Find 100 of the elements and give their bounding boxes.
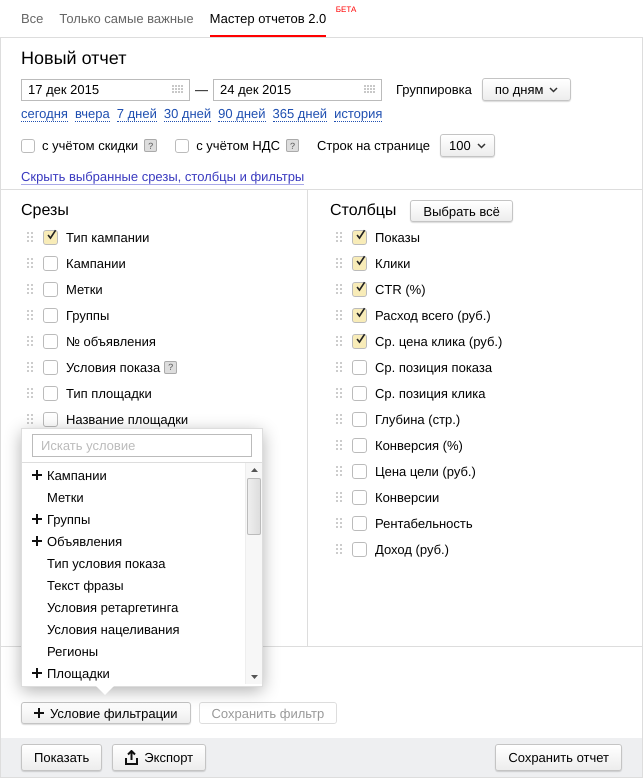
column-label: Глубина (стр.)	[375, 412, 460, 426]
drag-handle-icon[interactable]	[27, 388, 33, 398]
condition-item[interactable]: Метки	[22, 486, 245, 508]
drag-handle-icon[interactable]	[27, 258, 33, 268]
condition-item[interactable]: Регионы	[22, 640, 245, 662]
checkbox[interactable]	[21, 138, 35, 152]
scroll-up-icon[interactable]	[250, 468, 258, 472]
export-button[interactable]: Экспорт	[112, 744, 206, 771]
drag-handle-icon[interactable]	[27, 310, 33, 320]
slice-label: Кампании	[66, 256, 126, 270]
add-condition-button[interactable]: Условие фильтрации	[21, 702, 191, 724]
column-label: CTR (%)	[375, 282, 426, 296]
drag-handle-icon[interactable]	[336, 492, 342, 502]
column-label: Конверсия (%)	[375, 438, 463, 452]
drag-handle-icon[interactable]	[336, 258, 342, 268]
tab[interactable]: Только самые важные	[59, 11, 194, 37]
tab[interactable]: Все	[21, 11, 44, 37]
checkbox[interactable]	[352, 386, 367, 400]
condition-item[interactable]: Кампании	[22, 464, 245, 486]
slice-label: Группы	[66, 308, 110, 322]
drag-handle-icon[interactable]	[336, 284, 342, 294]
date-field[interactable]: 17 дек 2015	[21, 78, 190, 100]
checkbox[interactable]	[43, 386, 58, 400]
drag-handle-icon[interactable]	[336, 310, 342, 320]
drag-handle-icon[interactable]	[27, 284, 33, 294]
date-field[interactable]: 24 дек 2015	[213, 78, 382, 100]
scroll-thumb[interactable]	[247, 478, 261, 535]
condition-item[interactable]: Объявления	[22, 530, 245, 552]
drag-handle-icon[interactable]	[27, 362, 33, 372]
period-link[interactable]: вчера	[74, 107, 110, 122]
drag-handle-icon[interactable]	[336, 440, 342, 450]
condition-item[interactable]: Текст фразы	[22, 574, 245, 596]
slice-label: Условия показа	[66, 360, 160, 374]
checkbox[interactable]	[43, 282, 58, 296]
column-label: Конверсии	[375, 490, 440, 504]
search-field[interactable]: Искать условие	[32, 434, 252, 457]
save-report-button[interactable]: Сохранить отчет	[495, 744, 622, 771]
condition-item[interactable]: Условия ретаргетинга	[22, 596, 245, 618]
scroll-down-icon[interactable]	[250, 675, 258, 679]
period-link[interactable]: 7 дней	[116, 107, 157, 122]
slice-label: № объявления	[66, 334, 156, 348]
drag-handle-icon[interactable]	[336, 414, 342, 424]
checkbox[interactable]	[352, 464, 367, 478]
checkbox[interactable]	[43, 308, 58, 322]
drag-handle-icon[interactable]	[336, 466, 342, 476]
checkbox[interactable]	[352, 308, 367, 322]
drag-handle-icon[interactable]	[336, 336, 342, 346]
checkbox[interactable]	[43, 412, 58, 426]
option-label: с учётом скидки	[42, 138, 138, 153]
checkbox[interactable]	[352, 230, 367, 244]
drag-handle-icon[interactable]	[336, 518, 342, 528]
column-label: Ср. цена клика (руб.)	[375, 334, 502, 348]
chevron-down-icon	[549, 86, 558, 92]
help-icon[interactable]: ?	[164, 360, 178, 374]
period-link[interactable]: история	[334, 107, 382, 122]
period-link[interactable]: 30 дней	[164, 107, 212, 122]
checkbox[interactable]	[352, 516, 367, 530]
condition-item[interactable]: Тип условия показа	[22, 552, 245, 574]
period-link[interactable]: 365 дней	[272, 107, 328, 122]
checkbox[interactable]	[352, 542, 367, 556]
date-separator: —	[195, 82, 208, 97]
drag-handle-icon[interactable]	[336, 544, 342, 554]
period-link[interactable]: 90 дней	[218, 107, 266, 122]
plus-icon	[34, 708, 44, 718]
checkbox[interactable]	[352, 360, 367, 374]
checkbox[interactable]	[43, 256, 58, 270]
checkbox[interactable]	[352, 412, 367, 426]
condition-item[interactable]: Условия нацеливания	[22, 618, 245, 640]
checkbox[interactable]	[175, 138, 190, 152]
help-icon[interactable]: ?	[286, 139, 299, 152]
show-button[interactable]: Показать	[21, 744, 102, 771]
grouping-label: Группировка	[396, 82, 472, 97]
condition-item[interactable]: Группы	[22, 508, 245, 530]
drag-handle-icon[interactable]	[27, 232, 33, 242]
drag-handle-icon[interactable]	[336, 232, 342, 242]
checkbox[interactable]	[352, 282, 367, 296]
checkbox[interactable]	[352, 334, 367, 348]
calendar-icon	[172, 85, 183, 94]
drag-handle-icon[interactable]	[336, 362, 342, 372]
checkbox[interactable]	[352, 438, 367, 452]
column-label: Показы	[375, 230, 420, 244]
grouping-dropdown[interactable]: по дням	[482, 78, 572, 101]
period-link[interactable]: сегодня	[21, 107, 68, 122]
option-label: с учётом НДС	[196, 138, 280, 153]
drag-handle-icon[interactable]	[27, 414, 33, 424]
slice-label: Метки	[66, 282, 103, 296]
checkbox[interactable]	[352, 490, 367, 504]
drag-handle-icon[interactable]	[336, 388, 342, 398]
checkbox[interactable]	[43, 360, 58, 374]
checkbox[interactable]	[43, 334, 58, 348]
rows-per-page-dropdown[interactable]: 100	[440, 134, 495, 157]
hide-filters-link[interactable]: Скрыть выбранные срезы, столбцы и фильтры	[21, 169, 304, 185]
drag-handle-icon[interactable]	[27, 336, 33, 346]
scrollbar-track[interactable]	[245, 463, 262, 684]
checkbox[interactable]	[43, 230, 58, 244]
select-all-button[interactable]: Выбрать всё	[410, 200, 513, 222]
checkbox[interactable]	[352, 256, 367, 270]
report-title: Новый отчет	[21, 48, 128, 69]
condition-item[interactable]: Площадки	[22, 662, 245, 684]
help-icon[interactable]: ?	[144, 139, 158, 152]
